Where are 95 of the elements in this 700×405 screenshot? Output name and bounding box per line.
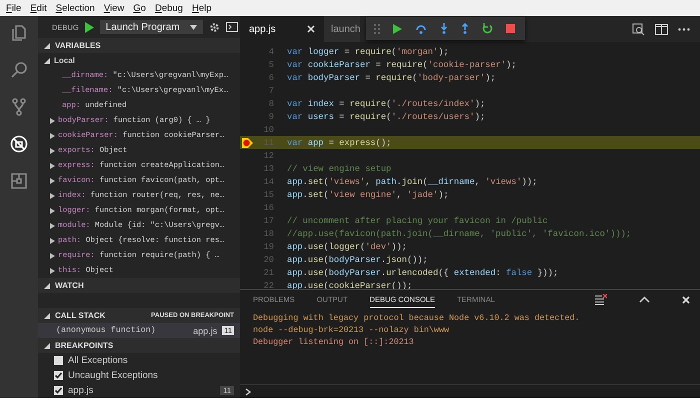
code-line: var app = express(); bbox=[287, 138, 392, 148]
chevron-up-icon[interactable] bbox=[639, 296, 650, 303]
console-line: Debugger listening on [::]:20213 bbox=[253, 337, 415, 349]
code-line: app.set('views', path.join(__dirname, 'views')); bbox=[287, 176, 538, 186]
console-icon[interactable] bbox=[226, 22, 238, 32]
code-line: app.use(logger('dev')); bbox=[287, 242, 407, 252]
prompt-icon bbox=[245, 388, 251, 396]
menu-item[interactable]: Edit bbox=[30, 2, 47, 14]
more-icon[interactable] bbox=[678, 28, 690, 30]
drag-handle-icon[interactable] bbox=[374, 24, 380, 34]
configuration-dropdown[interactable]: Launch Program bbox=[100, 20, 203, 34]
caret-icon[interactable] bbox=[44, 58, 50, 64]
continue-icon[interactable] bbox=[393, 24, 402, 34]
line-number: 9 bbox=[268, 112, 274, 122]
code-line: app.use(bodyParser.json()); bbox=[287, 254, 428, 264]
checkbox[interactable] bbox=[54, 371, 63, 380]
line-number: 16 bbox=[262, 202, 274, 212]
code-line: app.use(bodyParser.urlencoded({ extended: false })); bbox=[287, 268, 558, 278]
console-line: Debugging with legacy protocol because Node v6.10.2 was detected. bbox=[253, 313, 581, 325]
caret-icon[interactable] bbox=[50, 208, 55, 214]
console-input[interactable] bbox=[240, 384, 700, 398]
menu-item[interactable]: File bbox=[6, 2, 22, 14]
clear-console-icon[interactable] bbox=[595, 294, 607, 305]
caret-icon[interactable] bbox=[50, 178, 55, 184]
play-icon[interactable] bbox=[84, 22, 94, 32]
caret-icon[interactable] bbox=[44, 312, 50, 318]
section-header[interactable]: WATCH bbox=[38, 278, 240, 293]
section-header[interactable]: VARIABLES bbox=[38, 38, 240, 53]
line-number: 12 bbox=[262, 150, 274, 160]
line-number: 15 bbox=[262, 190, 274, 200]
line-number: 6 bbox=[268, 72, 274, 82]
code-line: // view engine setup bbox=[287, 164, 392, 174]
checkbox[interactable] bbox=[54, 386, 63, 395]
menu-item[interactable]: Go bbox=[133, 2, 146, 14]
breakpoint-label: All Exceptions bbox=[68, 355, 128, 366]
code-line: // uncomment after placing your favicon in /public bbox=[287, 216, 548, 226]
line-number: 17 bbox=[262, 216, 274, 226]
line-number: 13 bbox=[262, 164, 274, 174]
line-number: 10 bbox=[262, 124, 274, 134]
caret-icon[interactable] bbox=[50, 238, 55, 244]
caret-icon[interactable] bbox=[190, 24, 197, 30]
caret-icon[interactable] bbox=[44, 42, 50, 48]
caret-icon[interactable] bbox=[50, 132, 55, 138]
no-bug-icon[interactable] bbox=[8, 133, 30, 155]
menu-item[interactable]: Help bbox=[192, 2, 212, 14]
caret-icon[interactable] bbox=[50, 222, 55, 228]
caret-icon[interactable] bbox=[50, 162, 55, 168]
line-number: 18 bbox=[262, 228, 274, 238]
step-over-icon[interactable] bbox=[415, 24, 427, 34]
caret-icon[interactable] bbox=[50, 268, 55, 274]
caret-icon[interactable] bbox=[50, 252, 55, 258]
breakpoint-icon[interactable] bbox=[242, 138, 253, 148]
checkbox[interactable] bbox=[54, 356, 63, 365]
step-into-icon[interactable] bbox=[440, 23, 448, 34]
breakpoint-label: app.js bbox=[68, 385, 94, 396]
editor-tab[interactable]: launch bbox=[324, 16, 360, 42]
line-number: 4 bbox=[268, 46, 274, 56]
code-line: app.use(cookieParser()); bbox=[287, 280, 412, 289]
line-number: 19 bbox=[262, 242, 274, 252]
line-number: 20 bbox=[262, 254, 274, 264]
code-line: var users = require('./routes/users'); bbox=[287, 112, 486, 122]
code-line: var index = require('./routes/index'); bbox=[287, 98, 486, 108]
caret-icon[interactable] bbox=[50, 192, 55, 198]
code-line: var bodyParser = require('body-parser'); bbox=[287, 72, 496, 82]
line-number: 7 bbox=[268, 86, 274, 96]
restart-icon[interactable] bbox=[482, 23, 493, 34]
close-icon[interactable] bbox=[682, 296, 690, 304]
line-number: 22 bbox=[262, 280, 274, 289]
caret-icon[interactable] bbox=[50, 148, 55, 154]
line-number: 21 bbox=[262, 268, 274, 278]
line-number: 11 bbox=[262, 138, 274, 148]
split-editor-icon[interactable] bbox=[655, 24, 668, 34]
menu-item[interactable]: Selection bbox=[56, 2, 95, 14]
caret-icon[interactable] bbox=[50, 118, 55, 124]
breakpoint-label: Uncaught Exceptions bbox=[68, 370, 158, 381]
line-number: 5 bbox=[268, 60, 274, 70]
line-number: 8 bbox=[268, 98, 274, 108]
line-number: 14 bbox=[262, 176, 274, 186]
console-line: node --debug-brk=20213 --nolazy bin\www bbox=[253, 325, 450, 337]
caret-icon[interactable] bbox=[44, 342, 50, 348]
menu-item[interactable]: View bbox=[104, 2, 124, 14]
menu-item[interactable]: Debug bbox=[154, 2, 183, 14]
step-out-icon[interactable] bbox=[461, 23, 469, 34]
caret-icon[interactable] bbox=[44, 282, 50, 288]
settings-icon[interactable] bbox=[208, 22, 220, 32]
close-icon[interactable] bbox=[307, 25, 315, 33]
extensions-icon[interactable] bbox=[8, 170, 30, 192]
code-line: var cookieParser = require('cookie-parser'); bbox=[287, 60, 516, 70]
search-icon[interactable] bbox=[632, 22, 645, 36]
code-line: //app.use(favicon(path.join(__dirname, 'public', 'favicon.ico'))); bbox=[287, 228, 632, 238]
scope-row[interactable]: Local bbox=[38, 53, 240, 68]
editor-tab[interactable]: app.js bbox=[240, 16, 324, 42]
code-line: var logger = require('morgan'); bbox=[287, 46, 449, 56]
code-line: app.set('view engine', 'jade'); bbox=[287, 190, 449, 200]
section-header[interactable]: BREAKPOINTS bbox=[38, 338, 240, 353]
